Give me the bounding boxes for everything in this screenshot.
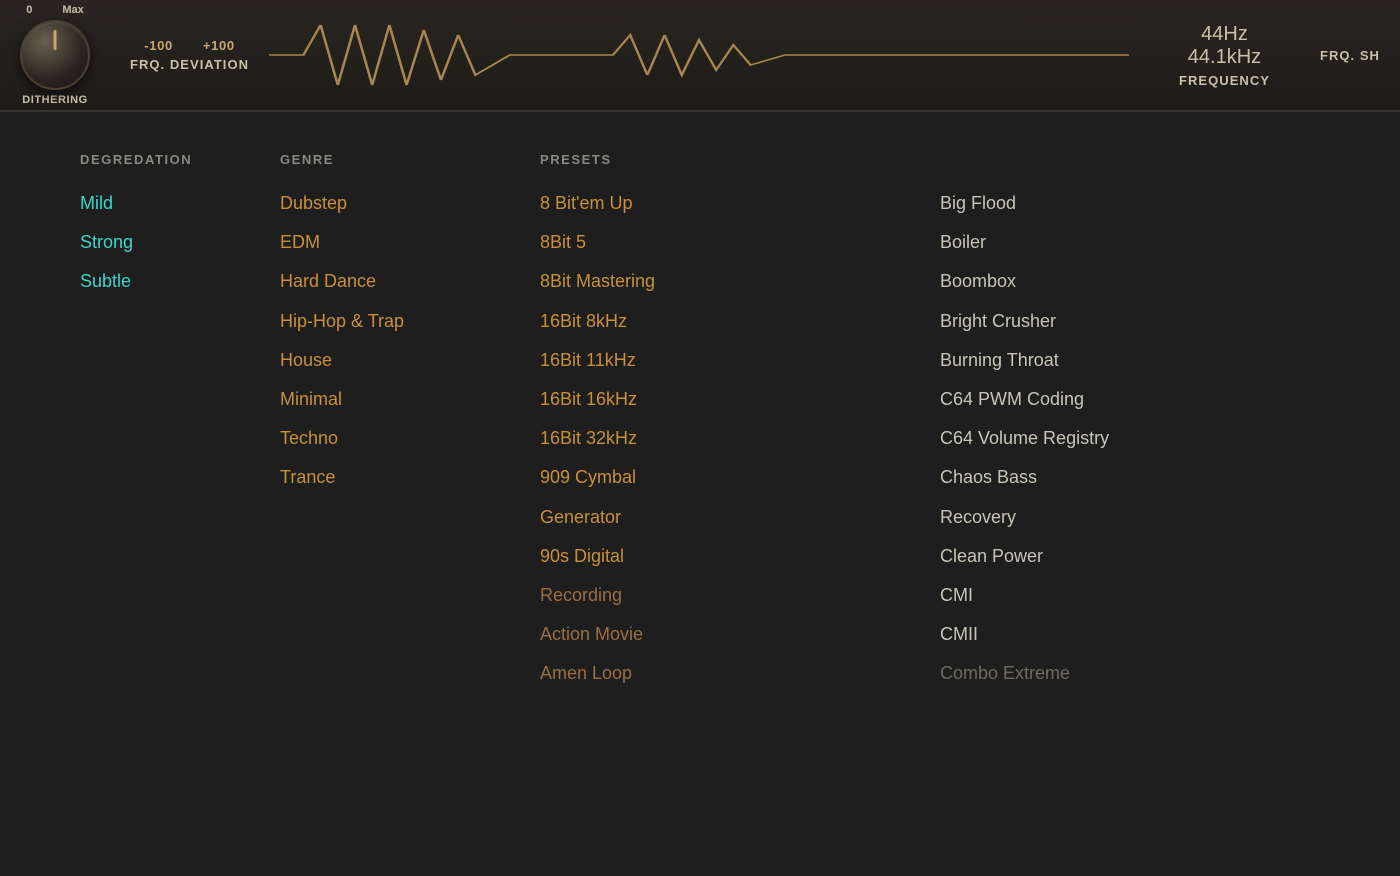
- frq-dev-max: +100: [203, 38, 235, 53]
- degradation-item-subtle[interactable]: Subtle: [80, 269, 280, 294]
- dithering-label: DITHERING: [22, 94, 87, 106]
- preset-item-909-cymbal[interactable]: 909 Cymbal: [540, 465, 940, 490]
- dithering-min: 0: [26, 4, 32, 16]
- preset-item-c64-pwm[interactable]: C64 PWM Coding: [940, 387, 1340, 412]
- presets-header: PRESETS: [540, 152, 940, 167]
- frequency-label: FREQUENCY: [1179, 73, 1270, 88]
- genre-item-hiphop-trap[interactable]: Hip-Hop & Trap: [280, 309, 540, 334]
- genre-item-minimal[interactable]: Minimal: [280, 387, 540, 412]
- genre-item-techno[interactable]: Techno: [280, 426, 540, 451]
- preset-item-8bit5[interactable]: 8Bit 5: [540, 230, 940, 255]
- main-content-area: DEGREDATION Mild Strong Subtle GENRE Dub…: [0, 112, 1400, 876]
- preset-item-boombox[interactable]: Boombox: [940, 269, 1340, 294]
- dithering-knob[interactable]: [20, 20, 90, 90]
- degradation-header: DEGREDATION: [80, 152, 280, 167]
- genre-item-hard-dance[interactable]: Hard Dance: [280, 269, 540, 294]
- preset-item-8bit-mastering[interactable]: 8Bit Mastering: [540, 269, 940, 294]
- preset-item-boiler[interactable]: Boiler: [940, 230, 1340, 255]
- preset-item-c64-volume[interactable]: C64 Volume Registry: [940, 426, 1340, 451]
- preset-item-action-movie[interactable]: Action Movie: [540, 622, 940, 647]
- frequency-value2: 44.1kHz: [1188, 46, 1261, 69]
- preset-item-16bit-11khz[interactable]: 16Bit 11kHz: [540, 348, 940, 373]
- preset-item-90s-digital[interactable]: 90s Digital: [540, 544, 940, 569]
- preset-item-cmii[interactable]: CMII: [940, 622, 1340, 647]
- presets-container: PRESETS 8 Bit'em Up 8Bit 5 8Bit Masterin…: [540, 152, 1340, 856]
- genre-column: GENRE Dubstep EDM Hard Dance Hip-Hop & T…: [280, 152, 540, 856]
- genre-item-edm[interactable]: EDM: [280, 230, 540, 255]
- preset-item-cmi[interactable]: CMI: [940, 583, 1340, 608]
- preset-item-16bit-32khz[interactable]: 16Bit 32kHz: [540, 426, 940, 451]
- frequency-section: 44Hz 44.1kHz FREQUENCY: [1179, 23, 1270, 88]
- preset-item-recovery[interactable]: Recovery: [940, 505, 1340, 530]
- preset-item-bright-crusher[interactable]: Bright Crusher: [940, 309, 1340, 334]
- genre-item-trance[interactable]: Trance: [280, 465, 540, 490]
- presets-column-2: PRESETS Big Flood Boiler Boombox Bright …: [940, 152, 1340, 856]
- preset-item-burning-throat[interactable]: Burning Throat: [940, 348, 1340, 373]
- genre-item-house[interactable]: House: [280, 348, 540, 373]
- frq-shape-label: FRQ. SH: [1320, 48, 1380, 63]
- preset-item-amen-loop[interactable]: Amen Loop: [540, 661, 940, 686]
- degradation-item-mild[interactable]: Mild: [80, 191, 280, 216]
- genre-header: GENRE: [280, 152, 540, 167]
- degradation-column: DEGREDATION Mild Strong Subtle: [80, 152, 280, 856]
- dithering-section: 0 Max DITHERING: [20, 4, 90, 106]
- preset-item-generator[interactable]: Generator: [540, 505, 940, 530]
- degradation-item-strong[interactable]: Strong: [80, 230, 280, 255]
- presets-column-1: PRESETS 8 Bit'em Up 8Bit 5 8Bit Masterin…: [540, 152, 940, 856]
- frequency-value1: 44Hz: [1201, 23, 1248, 46]
- genre-item-dubstep[interactable]: Dubstep: [280, 191, 540, 216]
- preset-item-clean-power[interactable]: Clean Power: [940, 544, 1340, 569]
- preset-item-16bit-8khz[interactable]: 16Bit 8kHz: [540, 309, 940, 334]
- frq-deviation-label: FRQ. DEVIATION: [130, 57, 249, 72]
- preset-item-big-flood[interactable]: Big Flood: [940, 191, 1340, 216]
- preset-item-chaos-bass[interactable]: Chaos Bass: [940, 465, 1340, 490]
- preset-item-combo-extreme[interactable]: Combo Extreme: [940, 661, 1340, 686]
- preset-item-recording[interactable]: Recording: [540, 583, 940, 608]
- preset-item-8bitem-up[interactable]: 8 Bit'em Up: [540, 191, 940, 216]
- dithering-max: Max: [62, 4, 83, 16]
- top-instrument-panel: 0 Max DITHERING -100 +100 FRQ. DEVIATION…: [0, 0, 1400, 112]
- preset-item-16bit-16khz[interactable]: 16Bit 16kHz: [540, 387, 940, 412]
- frq-dev-min: -100: [144, 38, 173, 53]
- frq-deviation-section: -100 +100 FRQ. DEVIATION: [130, 38, 249, 72]
- waveform-display: [269, 15, 1129, 95]
